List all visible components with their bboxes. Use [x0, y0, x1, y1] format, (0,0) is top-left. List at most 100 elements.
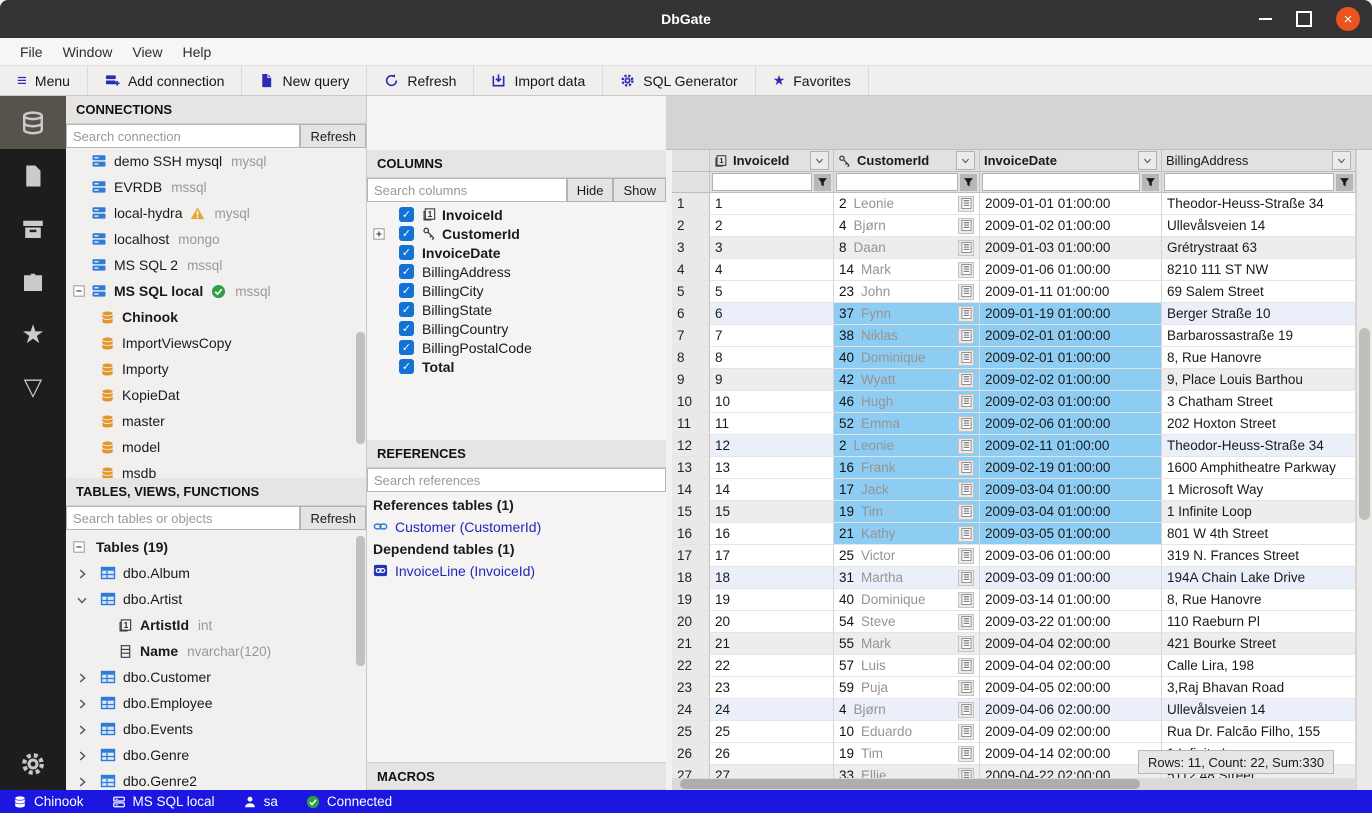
fk-lookup-icon[interactable] [958, 350, 974, 366]
row-number-cell[interactable]: 15 [672, 501, 710, 523]
activity-favorites[interactable]: ★ [0, 308, 66, 361]
activity-settings[interactable] [0, 737, 66, 790]
invoice-date-cell[interactable]: 2009-03-05 01:00:00 [980, 523, 1162, 545]
invoice-date-cell[interactable]: 2009-02-19 01:00:00 [980, 457, 1162, 479]
invoice-date-cell[interactable]: 2009-04-06 02:00:00 [980, 699, 1162, 721]
connection-search-input[interactable] [66, 124, 300, 148]
column-filter-input[interactable] [982, 173, 1140, 191]
chevron-right-icon[interactable] [75, 567, 89, 581]
invoice-id-cell[interactable]: 13 [710, 457, 834, 479]
customer-id-cell[interactable]: 57Luis [834, 655, 980, 677]
checkbox-checked[interactable]: ✓ [399, 302, 414, 317]
invoice-id-cell[interactable]: 22 [710, 655, 834, 677]
row-number-cell[interactable]: 19 [672, 589, 710, 611]
customer-id-cell[interactable]: 52Emma [834, 413, 980, 435]
grid-vscroll-thumb[interactable] [1359, 328, 1370, 520]
customer-id-cell[interactable]: 37Fynn [834, 303, 980, 325]
column-toggle-item[interactable]: ✓BillingState [367, 300, 666, 319]
invoice-id-cell[interactable]: 26 [710, 743, 834, 765]
billing-address-cell[interactable]: 3,Raj Bhavan Road [1162, 677, 1356, 699]
row-number-cell[interactable]: 12 [672, 435, 710, 457]
checkbox-checked[interactable]: ✓ [399, 321, 414, 336]
tree-table-item[interactable]: dbo.Events [66, 716, 366, 742]
checkbox-checked[interactable]: ✓ [399, 245, 414, 260]
invoice-date-cell[interactable]: 2009-03-22 01:00:00 [980, 611, 1162, 633]
invoice-date-cell[interactable]: 2009-02-01 01:00:00 [980, 325, 1162, 347]
checkbox-checked[interactable]: ✓ [399, 207, 414, 222]
fk-lookup-icon[interactable] [958, 328, 974, 344]
expand-icon[interactable] [373, 228, 385, 240]
invoice-id-cell[interactable]: 18 [710, 567, 834, 589]
menu-view[interactable]: View [122, 41, 172, 63]
fk-lookup-icon[interactable] [958, 636, 974, 652]
billing-address-cell[interactable]: 9, Place Louis Barthou [1162, 369, 1356, 391]
filter-icon[interactable] [814, 174, 831, 191]
minimize-button[interactable] [1259, 18, 1272, 20]
billing-address-cell[interactable]: 8, Rue Hanovre [1162, 589, 1356, 611]
fk-lookup-icon[interactable] [958, 592, 974, 608]
fk-lookup-icon[interactable] [958, 526, 974, 542]
column-filter-input[interactable] [836, 173, 958, 191]
billing-address-cell[interactable]: Theodor-Heuss-Straße 34 [1162, 435, 1356, 457]
customer-id-cell[interactable]: 38Niklas [834, 325, 980, 347]
billing-address-cell[interactable]: 319 N. Frances Street [1162, 545, 1356, 567]
toolbar-menu-button[interactable]: ≡Menu [0, 66, 88, 95]
connections-refresh-button[interactable]: Refresh [300, 124, 366, 148]
customer-id-cell[interactable]: 31Martha [834, 567, 980, 589]
customer-id-cell[interactable]: 10Eduardo [834, 721, 980, 743]
columns-search-input[interactable] [367, 178, 567, 202]
row-number-cell[interactable]: 5 [672, 281, 710, 303]
fk-lookup-icon[interactable] [958, 724, 974, 740]
activity-connections[interactable] [0, 96, 66, 149]
invoice-id-cell[interactable]: 21 [710, 633, 834, 655]
customer-id-cell[interactable]: 23John [834, 281, 980, 303]
columns-show-button[interactable]: Show [613, 178, 666, 202]
tree-column-item[interactable]: Namenvarchar(120) [66, 638, 366, 664]
fk-lookup-icon[interactable] [958, 482, 974, 498]
invoice-id-cell[interactable]: 12 [710, 435, 834, 457]
fk-lookup-icon[interactable] [958, 372, 974, 388]
columns-hide-button[interactable]: Hide [567, 178, 614, 202]
row-number-cell[interactable]: 23 [672, 677, 710, 699]
fk-lookup-icon[interactable] [958, 196, 974, 212]
customer-id-cell[interactable]: 25Victor [834, 545, 980, 567]
connections-scrollbar-thumb[interactable] [356, 332, 365, 444]
customer-id-cell[interactable]: 4Bjørn [834, 215, 980, 237]
toolbar-new-query-button[interactable]: New query [242, 66, 367, 95]
invoice-date-cell[interactable]: 2009-02-11 01:00:00 [980, 435, 1162, 457]
database-item[interactable]: master [66, 408, 366, 434]
invoice-id-cell[interactable]: 16 [710, 523, 834, 545]
customer-id-cell[interactable]: 2Leonie [834, 435, 980, 457]
connection-item[interactable]: localhostmongo [66, 226, 366, 252]
tables-refresh-button[interactable]: Refresh [300, 506, 366, 530]
customer-id-cell[interactable]: 40Dominique [834, 347, 980, 369]
invoice-date-cell[interactable]: 2009-04-04 02:00:00 [980, 655, 1162, 677]
billing-address-cell[interactable]: Rua Dr. Falcão Filho, 155 [1162, 721, 1356, 743]
invoice-id-cell[interactable]: 2 [710, 215, 834, 237]
menu-file[interactable]: File [10, 41, 53, 63]
connection-item[interactable]: local-hydramysql [66, 200, 366, 226]
invoice-id-cell[interactable]: 15 [710, 501, 834, 523]
column-toggle-item[interactable]: ✓BillingCity [367, 281, 666, 300]
row-number-cell[interactable]: 25 [672, 721, 710, 743]
tree-group[interactable]: Tables (19) [66, 534, 366, 560]
row-number-cell[interactable]: 16 [672, 523, 710, 545]
references-search-input[interactable] [367, 468, 666, 492]
billing-address-cell[interactable]: 3 Chatham Street [1162, 391, 1356, 413]
connection-item[interactable]: demo SSH mysqlmysql [66, 148, 366, 174]
invoice-id-cell[interactable]: 24 [710, 699, 834, 721]
invoice-id-cell[interactable]: 8 [710, 347, 834, 369]
billing-address-cell[interactable]: Barbarossastraße 19 [1162, 325, 1356, 347]
billing-address-cell[interactable]: Berger Straße 10 [1162, 303, 1356, 325]
invoice-id-cell[interactable]: 4 [710, 259, 834, 281]
row-number-cell[interactable]: 14 [672, 479, 710, 501]
row-number-cell[interactable]: 4 [672, 259, 710, 281]
invoice-date-cell[interactable]: 2009-01-06 01:00:00 [980, 259, 1162, 281]
grid-horizontal-scrollbar[interactable] [672, 778, 1356, 790]
tree-column-item[interactable]: 1ArtistIdint [66, 612, 366, 638]
tables-scrollbar-thumb[interactable] [356, 536, 365, 666]
filter-icon[interactable] [1142, 174, 1159, 191]
maximize-button[interactable] [1296, 11, 1312, 27]
invoice-date-cell[interactable]: 2009-03-06 01:00:00 [980, 545, 1162, 567]
customer-id-cell[interactable]: 17Jack [834, 479, 980, 501]
